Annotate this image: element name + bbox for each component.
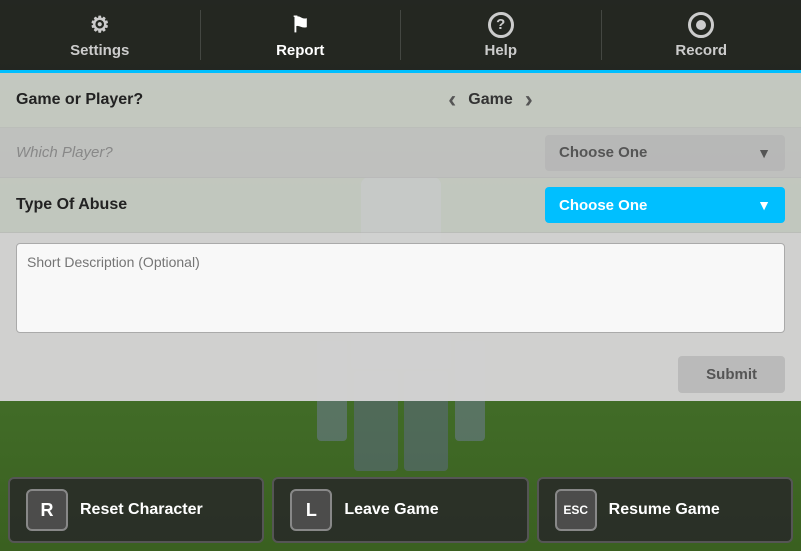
nav-report[interactable]: ⚑ Report: [201, 0, 401, 73]
nav-help[interactable]: ? Help: [401, 0, 601, 73]
next-arrow[interactable]: ›: [525, 86, 533, 114]
type-of-abuse-dropdown-arrow: ▼: [757, 197, 771, 213]
nav-settings[interactable]: ⚙ Settings: [0, 0, 200, 73]
leave-game-button[interactable]: L Leave Game: [272, 477, 528, 543]
form-panel: Game or Player? ‹ Game › Which Player? C…: [0, 73, 801, 401]
reset-character-button[interactable]: R Reset Character: [8, 477, 264, 543]
which-player-dropdown-value: Choose One: [559, 144, 647, 161]
record-dot: [696, 20, 706, 30]
game-or-player-label: Game or Player?: [16, 91, 196, 109]
reset-character-label: Reset Character: [80, 501, 203, 519]
description-row: [0, 233, 801, 348]
game-or-player-control: ‹ Game ›: [196, 86, 785, 114]
submit-button[interactable]: Submit: [678, 356, 785, 393]
gear-icon: ⚙: [90, 12, 110, 38]
help-icon: ?: [488, 12, 514, 38]
reset-key-badge: R: [26, 489, 68, 531]
nav-bar: ⚙ Settings ⚑ Report ? Help Record: [0, 0, 801, 73]
type-of-abuse-dropdown-value: Choose One: [559, 197, 647, 214]
which-player-label: Which Player?: [16, 144, 196, 161]
description-textarea[interactable]: [16, 243, 785, 333]
which-player-dropdown-arrow: ▼: [757, 145, 771, 161]
prev-arrow[interactable]: ‹: [448, 86, 456, 114]
type-of-abuse-row: Type Of Abuse Choose One ▼: [0, 178, 801, 233]
ui-overlay: ⚙ Settings ⚑ Report ? Help Record Game o…: [0, 0, 801, 551]
type-of-abuse-dropdown[interactable]: Choose One ▼: [545, 187, 785, 223]
resume-game-button[interactable]: ESC Resume Game: [537, 477, 793, 543]
bottom-bar: R Reset Character L Leave Game ESC Resum…: [0, 469, 801, 551]
leave-key-badge: L: [290, 489, 332, 531]
nav-report-label: Report: [276, 42, 324, 59]
nav-settings-label: Settings: [70, 42, 129, 59]
nav-record-label: Record: [675, 42, 727, 59]
resume-game-label: Resume Game: [609, 501, 720, 519]
record-icon: [688, 12, 714, 38]
nav-record[interactable]: Record: [602, 0, 801, 73]
resume-key-badge: ESC: [555, 489, 597, 531]
which-player-row: Which Player? Choose One ▼: [0, 128, 801, 178]
leave-game-label: Leave Game: [344, 501, 438, 519]
submit-row: Submit: [0, 348, 801, 401]
nav-help-label: Help: [484, 42, 517, 59]
which-player-dropdown[interactable]: Choose One ▼: [545, 135, 785, 171]
flag-icon: ⚑: [290, 12, 310, 38]
type-of-abuse-label: Type Of Abuse: [16, 196, 196, 214]
game-or-player-row: Game or Player? ‹ Game ›: [0, 73, 801, 128]
game-or-player-value: Game: [468, 91, 512, 109]
